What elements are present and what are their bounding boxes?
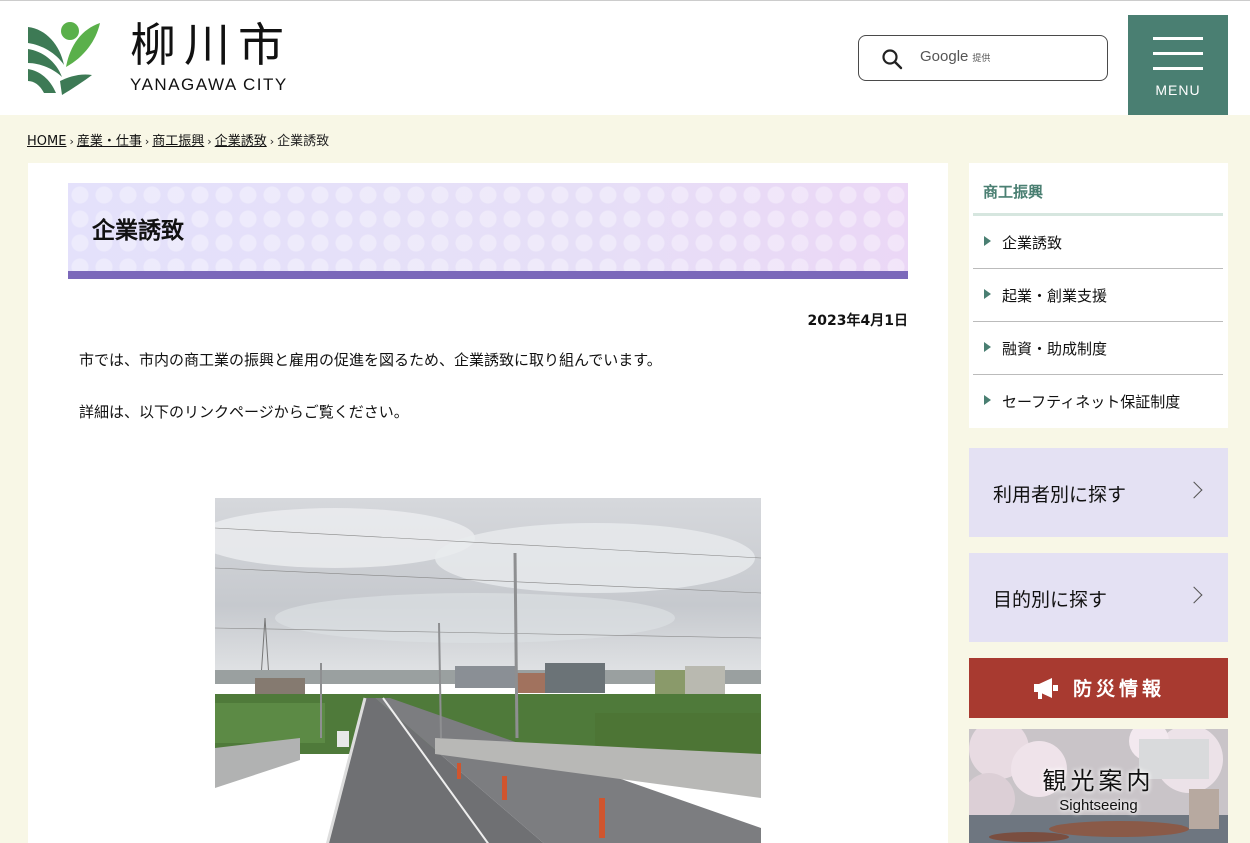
main-content: 企業誘致 2023年4月1日 市では、市内の商工業の振興と雇用の促進を図るため、… bbox=[28, 163, 948, 843]
chevron-right-icon bbox=[1185, 481, 1203, 499]
publish-date: 2023年4月1日 bbox=[807, 313, 908, 329]
intro-paragraph: 市では、市内の商工業の振興と雇用の促進を図るため、企業誘致に取り組んでいます。 bbox=[79, 351, 662, 369]
page-title: 企業誘致 bbox=[92, 218, 184, 244]
road-photo-image bbox=[215, 498, 761, 843]
detail-paragraph: 詳細は、以下のリンクページからご覧ください。 bbox=[79, 403, 409, 421]
breadcrumb-current: 企業誘致 bbox=[277, 134, 330, 149]
sidebar-nav: 商工振興 企業誘致 起業・創業支援 融資・助成制度 セーフティネット保証制度 bbox=[969, 163, 1228, 428]
menu-label: MENU bbox=[1155, 82, 1201, 98]
page-title-banner: 企業誘致 bbox=[68, 183, 908, 279]
find-by-purpose-button[interactable]: 目的別に探す bbox=[969, 553, 1228, 642]
search-icon[interactable] bbox=[881, 48, 903, 70]
sidebar-item-label: 企業誘致 bbox=[1002, 234, 1063, 252]
search-input[interactable] bbox=[919, 44, 1089, 72]
site-search: Google 提供 bbox=[858, 35, 1108, 81]
menu-button[interactable]: MENU bbox=[1128, 15, 1228, 115]
breadcrumb-commerce[interactable]: 商工振興 bbox=[152, 134, 204, 149]
triangle-right-icon bbox=[984, 342, 991, 352]
sidebar-item-label: セーフティネット保証制度 bbox=[1002, 393, 1181, 411]
sidebar-title[interactable]: 商工振興 bbox=[983, 181, 1043, 202]
sidebar-item-financing[interactable]: 融資・助成制度 bbox=[973, 322, 1223, 375]
triangle-right-icon bbox=[984, 289, 991, 299]
find-by-purpose-label: 目的別に探す bbox=[993, 589, 1108, 611]
site-logo[interactable]: 柳川市 YANAGAWA CITY bbox=[26, 19, 306, 99]
road-photo bbox=[215, 498, 761, 843]
tourism-title-jp: 観光案内 bbox=[1042, 767, 1155, 795]
breadcrumb: HOME › 産業・仕事 › 商工振興 › 企業誘致 › 企業誘致 bbox=[27, 134, 330, 149]
site-title-en: YANAGAWA CITY bbox=[130, 75, 288, 94]
breadcrumb-corporate[interactable]: 企業誘致 bbox=[215, 134, 267, 149]
find-by-user-label: 利用者別に探す bbox=[993, 484, 1127, 506]
sidebar-item-safety-net[interactable]: セーフティネット保証制度 bbox=[973, 375, 1223, 428]
disaster-info-label: 防災情報 bbox=[1073, 678, 1166, 700]
tourism-banner[interactable]: 観光案内 Sightseeing bbox=[969, 729, 1228, 843]
chevron-right-icon bbox=[1185, 586, 1203, 604]
find-by-user-button[interactable]: 利用者別に探す bbox=[969, 448, 1228, 537]
triangle-right-icon bbox=[984, 236, 991, 246]
triangle-right-icon bbox=[984, 395, 991, 405]
megaphone-icon bbox=[1034, 678, 1058, 699]
breadcrumb-industry[interactable]: 産業・仕事 bbox=[77, 134, 142, 149]
sidebar-item-label: 起業・創業支援 bbox=[1002, 287, 1108, 305]
site-header: 柳川市 YANAGAWA CITY Google 提供 MENU bbox=[0, 0, 1250, 115]
yanagawa-logo-icon bbox=[28, 22, 100, 95]
disaster-info-button[interactable]: 防災情報 bbox=[969, 658, 1228, 718]
breadcrumb-home[interactable]: HOME bbox=[27, 134, 66, 149]
sidebar-item-startup-support[interactable]: 起業・創業支援 bbox=[973, 269, 1223, 322]
site-title-jp: 柳川市 bbox=[130, 18, 292, 72]
sidebar-item-label: 融資・助成制度 bbox=[1002, 340, 1108, 358]
tourism-title-en: Sightseeing bbox=[1059, 797, 1138, 814]
sidebar-item-corporate-attraction[interactable]: 企業誘致 bbox=[973, 216, 1223, 269]
